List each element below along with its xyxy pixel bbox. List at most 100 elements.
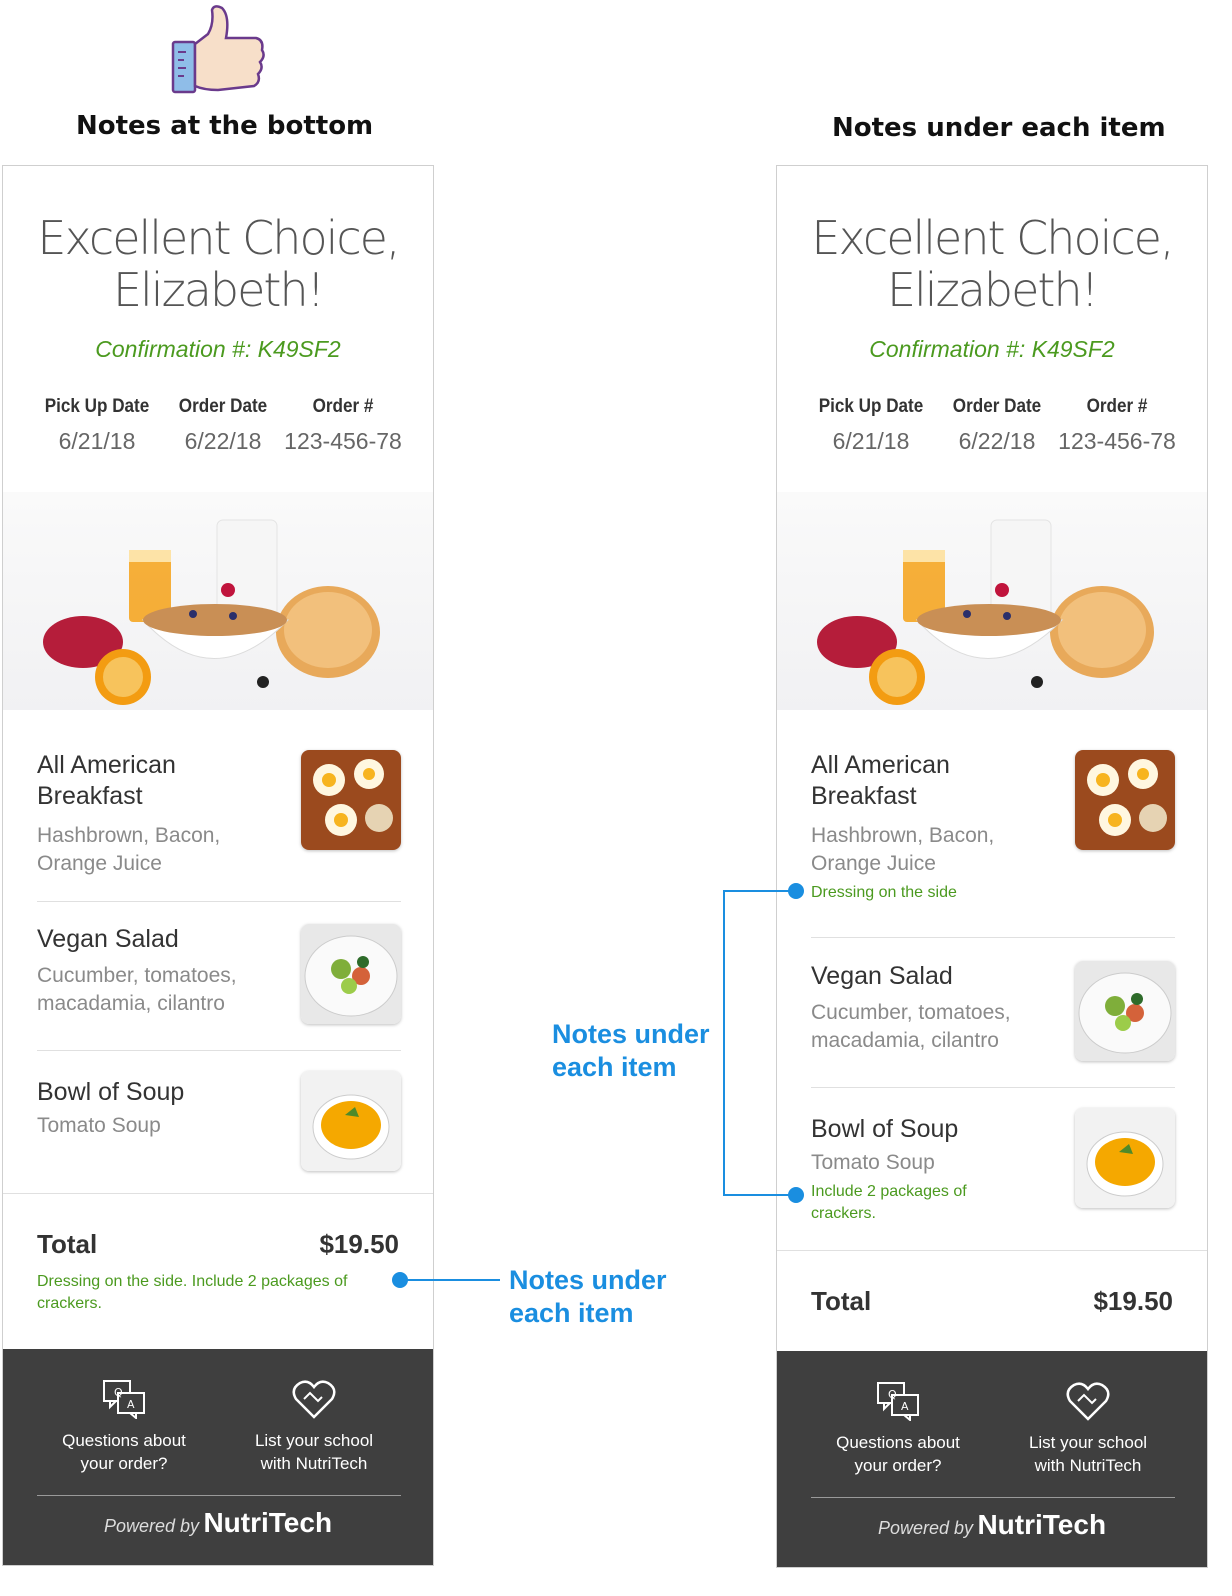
order-date-value: 6/22/18 [958,428,1036,454]
total-divider [3,1193,433,1194]
callout-dot [788,1187,804,1203]
order-item[interactable]: All American Breakfast Hashbrown, Bacon,… [37,750,401,878]
total-value: $19.50 [1093,1286,1173,1316]
footer-divider [37,1495,401,1496]
total-divider [777,1250,1207,1251]
greeting-name: Elizabeth! [886,263,1099,317]
qa-chat-icon: QA [103,1380,145,1419]
powered-by: Powered by NutriTech [3,1507,433,1539]
confirmation-number: Confirmation #: K49SF2 [95,336,341,362]
order-date-label: Order Date [952,396,1042,417]
callout-dot [788,883,804,899]
footer-divider [811,1497,1175,1498]
order-number: Order # 123-456-78 [1055,396,1179,455]
thumbs-up-icon [168,4,268,96]
breakfast-thumbnail [1075,750,1175,850]
order-number-value: 123-456-78 [1058,428,1176,454]
item-divider [811,1087,1175,1088]
right-receipt-panel: Excellent Choice, Elizabeth! Confirmatio… [776,165,1208,1568]
handshake-heart-icon [1066,1382,1110,1421]
order-notes: Dressing on the side. Include 2 packages… [37,1271,387,1315]
handshake-heart-icon [292,1380,336,1419]
item-desc-line: Orange Juice [37,852,162,875]
list-school-link[interactable]: List your school with NutriTech [1003,1381,1173,1477]
order-item[interactable]: Bowl of Soup Tomato Soup [37,1071,401,1171]
order-item[interactable]: Vegan Salad Cucumber, tomatoes, macadami… [811,961,1175,1061]
questions-link-line: your order? [854,1456,942,1475]
greeting: Excellent Choice, Elizabeth! [3,212,433,316]
callout-line: each item [509,1298,634,1328]
order-item[interactable]: All American Breakfast Hashbrown, Bacon,… [811,750,1175,904]
questions-link-line: Questions about [62,1431,186,1450]
greeting: Excellent Choice, Elizabeth! [777,212,1207,316]
pickup-date: Pick Up Date 6/21/18 [37,396,157,455]
svg-text:A: A [901,1400,909,1413]
left-heading: Notes at the bottom [76,111,374,141]
pickup-date: Pick Up Date 6/21/18 [811,396,931,455]
item-note: Dressing on the side [811,884,957,901]
total-value: $19.50 [319,1229,399,1259]
list-school-line: with NutriTech [260,1454,368,1473]
questions-link-line: your order? [80,1454,168,1473]
callout-label-left: Notes under each item [509,1264,667,1330]
questions-link[interactable]: QA Questions about your order? [813,1381,983,1477]
pickup-date-value: 6/21/18 [58,428,136,454]
greeting-line: Excellent Choice, [37,211,400,265]
order-date-label: Order Date [178,396,268,417]
item-desc-line: Orange Juice [811,852,936,875]
greeting-line: Excellent Choice, [811,211,1174,265]
order-date: Order Date 6/22/18 [163,396,283,455]
list-school-line: with NutriTech [1034,1456,1142,1475]
powered-by: Powered by NutriTech [777,1509,1207,1541]
qa-chat-icon: QA [877,1382,919,1421]
salad-thumbnail [1075,961,1175,1061]
left-receipt-panel: Excellent Choice, Elizabeth! Confirmatio… [2,165,434,1566]
questions-link-line: Questions about [836,1433,960,1452]
soup-thumbnail [301,1071,401,1171]
breakfast-thumbnail [301,750,401,850]
svg-text:Q: Q [888,1388,897,1401]
powered-by-label: Powered by [877,1518,973,1538]
right-heading: Notes under each item [832,113,1166,143]
greeting-name: Elizabeth! [112,263,325,317]
callout-connector [723,890,793,892]
list-school-line: List your school [254,1431,374,1450]
total-label: Total [811,1286,872,1316]
item-divider [37,901,401,902]
order-note-line: crackers. [37,1295,102,1312]
callout-line: Notes under [509,1265,667,1295]
order-number-value: 123-456-78 [284,428,402,454]
svg-text:Q: Q [114,1386,123,1399]
breakfast-hero-image [777,492,1207,710]
pickup-date-value: 6/21/18 [832,428,910,454]
questions-link[interactable]: QA Questions about your order? [39,1379,209,1475]
soup-thumbnail [1075,1108,1175,1208]
pickup-date-label: Pick Up Date [44,396,150,417]
order-note-line: Dressing on the side. Include 2 packages… [37,1273,348,1290]
callout-line: each item [552,1052,677,1082]
callout-connector [723,1194,793,1196]
order-number-label: Order # [1086,396,1148,417]
item-divider [37,1050,401,1051]
item-divider [811,937,1175,938]
order-number-label: Order # [312,396,374,417]
order-item[interactable]: Bowl of Soup Tomato Soup Include 2 packa… [811,1108,1175,1225]
footer: QA Questions about your order? List your… [777,1351,1207,1567]
total-label: Total [37,1229,98,1259]
powered-by-label: Powered by [103,1516,199,1536]
pickup-date-label: Pick Up Date [818,396,924,417]
callout-line: Notes under [552,1019,710,1049]
callout-bracket [723,890,725,1196]
callout-label-right: Notes under each item [552,1018,710,1084]
brand-logo: NutriTech [977,1509,1107,1540]
svg-text:A: A [127,1398,135,1411]
callout-connector [406,1279,500,1281]
list-school-link[interactable]: List your school with NutriTech [229,1379,399,1475]
order-number: Order # 123-456-78 [281,396,405,455]
footer: QA Questions about your order? List your… [3,1349,433,1565]
breakfast-hero-image [3,492,433,710]
confirmation-number: Confirmation #: K49SF2 [869,336,1115,362]
order-item[interactable]: Vegan Salad Cucumber, tomatoes, macadami… [37,924,401,1024]
salad-thumbnail [301,924,401,1024]
order-date-value: 6/22/18 [184,428,262,454]
